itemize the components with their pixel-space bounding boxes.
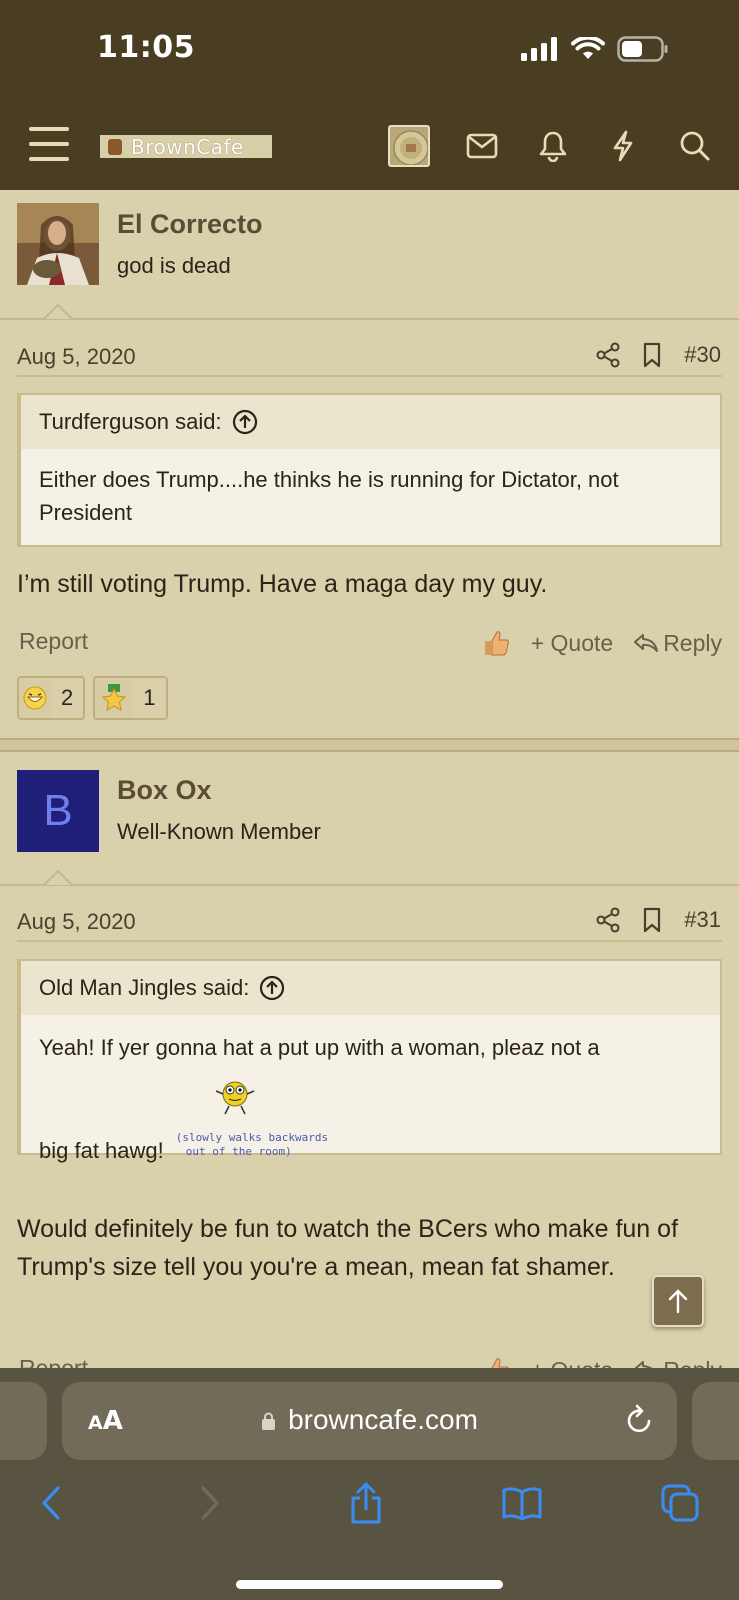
quote-block: Turdferguson said: Either does Trump....… (17, 393, 722, 547)
post-message: Would definitely be fun to watch the BCe… (17, 1215, 679, 1281)
reaction-star[interactable]: 1 (93, 676, 168, 720)
arrow-up-icon (668, 1289, 688, 1314)
back-button[interactable] (26, 1478, 76, 1528)
post-date[interactable]: Aug 5, 2020 (17, 344, 136, 370)
avatar-letter: B (43, 786, 73, 835)
quote-text: Yeah! If yer gonna hat a put up with a w… (21, 1015, 720, 1163)
author-avatar[interactable] (17, 203, 99, 285)
arrow-up-circle-icon[interactable] (259, 975, 285, 1001)
user-title: Well-Known Member (117, 819, 321, 844)
post-message: I’m still voting Trump. Have a maga day … (17, 570, 548, 598)
post-divider (0, 738, 739, 752)
forward-button[interactable] (185, 1478, 235, 1528)
post-header-rule (17, 940, 722, 942)
mail-icon[interactable] (464, 128, 500, 164)
quote-header[interactable]: Turdferguson said: (21, 395, 720, 449)
user-block-divider (0, 884, 739, 886)
smiley-icon (215, 1081, 255, 1115)
browser-nav-row (0, 1478, 739, 1538)
smiley-caption-2: out of the room) (185, 1145, 292, 1158)
user-block-caret (44, 869, 72, 885)
logo-mascot-icon (108, 138, 122, 155)
quote-line-2: big fat hawg! (39, 1138, 164, 1163)
user-title: god is dead (117, 253, 231, 278)
bookmark-icon[interactable] (642, 907, 662, 933)
laugh-emoji-icon (23, 686, 47, 710)
url-display[interactable]: browncafe.com (62, 1404, 677, 1436)
report-link[interactable]: Report (19, 628, 88, 655)
status-icons (521, 36, 669, 62)
cellular-signal-icon (521, 37, 557, 61)
post-actions: Report + Quote Reply (17, 628, 722, 658)
address-bar[interactable]: AA browncafe.com (62, 1382, 677, 1460)
reaction-count: 1 (133, 678, 166, 718)
share-icon[interactable] (596, 907, 620, 933)
post-header-rule (17, 375, 722, 377)
author-name[interactable]: Box Ox (117, 775, 212, 806)
bookmark-icon[interactable] (642, 342, 662, 368)
bookmarks-button[interactable] (497, 1478, 547, 1528)
post-date[interactable]: Aug 5, 2020 (17, 909, 136, 935)
site-logo[interactable]: BrownCafe (100, 134, 272, 159)
user-block-divider (0, 318, 739, 320)
post-number[interactable]: #31 (684, 907, 721, 933)
menu-icon[interactable] (29, 127, 69, 161)
quote-block: Old Man Jingles said: Yeah! If yer gonna… (17, 959, 722, 1163)
user-avatar-button[interactable] (388, 125, 430, 167)
scroll-to-top-button[interactable] (652, 1275, 704, 1327)
chevron-left-icon (42, 1486, 60, 1520)
browser-toolbar: AA browncafe.com (0, 1368, 739, 1600)
quote-text: Either does Trump....he thinks he is run… (39, 467, 619, 525)
walking-smiley-image: (slowly walks backwards out of the room) (176, 1081, 336, 1167)
arrow-up-circle-icon[interactable] (232, 409, 258, 435)
quote-line-1: Yeah! If yer gonna hat a put up with a w… (39, 1035, 600, 1060)
post-tools: #31 (596, 907, 721, 933)
search-icon[interactable] (677, 128, 713, 164)
lock-icon (262, 1412, 276, 1430)
author-name[interactable]: El Correcto (117, 209, 263, 240)
battery-icon (617, 36, 668, 62)
like-thumb-icon[interactable] (481, 628, 511, 658)
reply-arrow-icon (634, 634, 659, 652)
reaction-laugh[interactable]: 2 (17, 676, 86, 720)
reply-action[interactable]: Reply (633, 630, 722, 657)
bell-icon[interactable] (535, 128, 571, 164)
lightning-icon[interactable] (605, 128, 641, 164)
share-icon (351, 1482, 381, 1524)
status-time: 11:05 (97, 30, 195, 65)
chevron-right-icon (201, 1486, 219, 1520)
quote-author: Old Man Jingles said: (39, 975, 250, 1000)
tabs-icon (661, 1484, 699, 1522)
quote-label: Quote (550, 629, 614, 656)
post-number[interactable]: #30 (684, 342, 721, 368)
reaction-count: 2 (51, 678, 84, 718)
quote-action[interactable]: + Quote (531, 630, 613, 657)
url-text: browncafe.com (288, 1404, 478, 1435)
user-block-caret (44, 303, 72, 319)
author-avatar[interactable]: B (17, 770, 99, 852)
previous-tab-pill[interactable] (0, 1382, 47, 1460)
post-tools: #30 (596, 342, 721, 368)
star-emoji-icon (102, 684, 127, 711)
book-icon (502, 1487, 542, 1521)
reply-label: Reply (663, 629, 722, 656)
plus-icon: + (530, 629, 545, 656)
reactions-bar: 2 1 (17, 676, 168, 720)
reload-icon[interactable] (623, 1402, 655, 1436)
quote-author: Turdferguson said: (39, 409, 222, 434)
share-icon[interactable] (596, 342, 620, 368)
share-button[interactable] (341, 1478, 391, 1528)
quote-header[interactable]: Old Man Jingles said: (21, 961, 720, 1015)
site-name: BrownCafe (131, 134, 244, 159)
app-header: 11:05 BrownCafe (0, 0, 739, 190)
wifi-icon (571, 37, 605, 59)
home-indicator[interactable] (236, 1580, 503, 1589)
tabs-button[interactable] (655, 1478, 705, 1528)
next-tab-pill[interactable] (692, 1382, 739, 1460)
